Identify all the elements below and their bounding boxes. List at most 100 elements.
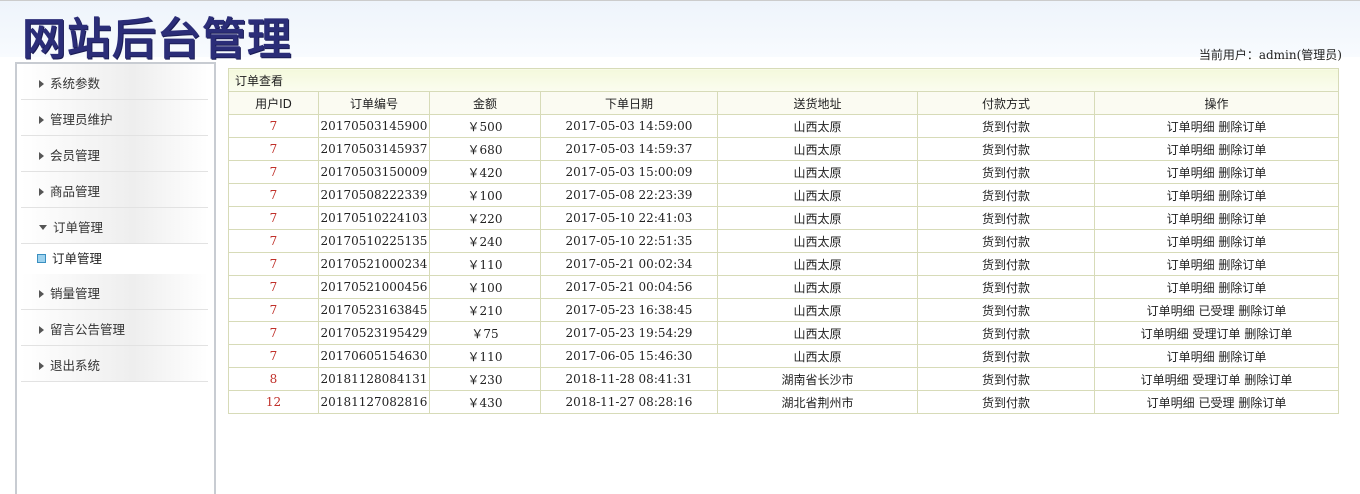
- order-number: 20170508222339: [318, 183, 430, 207]
- action-link[interactable]: 删除订单: [1218, 212, 1266, 226]
- order-date: 2017-05-08 22:23:39: [540, 183, 718, 207]
- order-number: 20170521000456: [318, 275, 430, 299]
- amount: ￥110: [429, 252, 541, 276]
- sidebar-item-label: 管理员维护: [50, 112, 113, 127]
- address: 湖南省长沙市: [717, 367, 918, 391]
- orders-table: 订单查看 用户ID 订单编号 金额 下单日期 送货地址 付款方式 操作 7 201705031…: [228, 68, 1339, 414]
- sidebar-item-3[interactable]: 商品管理: [21, 172, 208, 208]
- amount: ￥100: [429, 275, 541, 299]
- user-id: 7: [228, 160, 319, 184]
- payment-method: 货到付款: [917, 229, 1095, 253]
- action-link[interactable]: 删除订单: [1238, 396, 1286, 410]
- user-id: 7: [228, 321, 319, 345]
- order-number: 20170521000234: [318, 252, 430, 276]
- sidebar-item-7[interactable]: 退出系统: [21, 346, 208, 382]
- sidebar-item-label: 留言公告管理: [50, 322, 126, 337]
- actions-cell: 订单明细 删除订单: [1094, 160, 1339, 184]
- amount: ￥110: [429, 344, 541, 368]
- action-link[interactable]: 订单明细: [1147, 396, 1195, 410]
- sidebar-subitem-order-management[interactable]: 订单管理: [17, 244, 214, 274]
- table-row: 7 20170503150009 ￥420 2017-05-03 15:00:09 山西…: [228, 160, 1339, 184]
- amount: ￥210: [429, 298, 541, 322]
- caret-right-icon: [39, 362, 44, 370]
- action-link[interactable]: 订单明细: [1167, 166, 1215, 180]
- address: 山西太原: [717, 298, 918, 322]
- column-header: 下单日期: [540, 91, 718, 115]
- table-row: 7 20170521000456 ￥100 2017-05-21 00:04:56 山西…: [228, 275, 1339, 299]
- amount: ￥430: [429, 390, 541, 414]
- action-link[interactable]: 订单明细: [1167, 258, 1215, 272]
- order-number: 20170523195429: [318, 321, 430, 345]
- action-link[interactable]: 删除订单: [1218, 143, 1266, 157]
- actions-cell: 订单明细 已受理 删除订单: [1094, 390, 1339, 414]
- column-header: 操作: [1094, 91, 1339, 115]
- action-link[interactable]: 订单明细: [1167, 189, 1215, 203]
- action-link[interactable]: 删除订单: [1244, 327, 1292, 341]
- address: 山西太原: [717, 321, 918, 345]
- action-link[interactable]: 受理订单: [1192, 327, 1240, 341]
- payment-method: 货到付款: [917, 344, 1095, 368]
- order-date: 2017-05-03 15:00:09: [540, 160, 718, 184]
- actions-cell: 订单明细 删除订单: [1094, 114, 1339, 138]
- order-number: 20170503145900: [318, 114, 430, 138]
- payment-method: 货到付款: [917, 160, 1095, 184]
- address: 山西太原: [717, 344, 918, 368]
- action-link[interactable]: 订单明细: [1167, 281, 1215, 295]
- order-date: 2018-11-27 08:28:16: [540, 390, 718, 414]
- column-header: 付款方式: [917, 91, 1095, 115]
- action-link[interactable]: 订单明细: [1167, 120, 1215, 134]
- payment-method: 货到付款: [917, 114, 1095, 138]
- user-id: 7: [228, 114, 319, 138]
- amount: ￥680: [429, 137, 541, 161]
- amount: ￥230: [429, 367, 541, 391]
- amount: ￥500: [429, 114, 541, 138]
- action-link[interactable]: 删除订单: [1244, 373, 1292, 387]
- sidebar-item-6[interactable]: 留言公告管理: [21, 310, 208, 346]
- action-link[interactable]: 删除订单: [1218, 235, 1266, 249]
- action-link[interactable]: 订单明细: [1167, 350, 1215, 364]
- action-link[interactable]: 订单明细: [1147, 304, 1195, 318]
- action-link[interactable]: 删除订单: [1238, 304, 1286, 318]
- caret-right-icon: [39, 152, 44, 160]
- action-link[interactable]: 受理订单: [1192, 373, 1240, 387]
- action-link[interactable]: 删除订单: [1218, 120, 1266, 134]
- action-link[interactable]: 删除订单: [1218, 166, 1266, 180]
- order-number: 20170605154630: [318, 344, 430, 368]
- sidebar-item-label: 系统参数: [50, 76, 101, 91]
- action-link[interactable]: 订单明细: [1167, 212, 1215, 226]
- action-link[interactable]: 删除订单: [1218, 350, 1266, 364]
- address: 山西太原: [717, 160, 918, 184]
- user-id: 12: [228, 390, 319, 414]
- action-link[interactable]: 删除订单: [1218, 189, 1266, 203]
- caret-right-icon: [39, 80, 44, 88]
- sidebar-item-label: 会员管理: [50, 148, 101, 163]
- order-number: 20170510225135: [318, 229, 430, 253]
- sidebar-item-2[interactable]: 会员管理: [21, 136, 208, 172]
- table-row: 7 20170503145900 ￥500 2017-05-03 14:59:00 山西…: [228, 114, 1339, 138]
- payment-method: 货到付款: [917, 137, 1095, 161]
- action-link[interactable]: 已受理: [1198, 396, 1234, 410]
- action-link[interactable]: 订单明细: [1141, 373, 1189, 387]
- action-link[interactable]: 订单明细: [1167, 235, 1215, 249]
- sidebar-item-5[interactable]: 销量管理: [21, 274, 208, 310]
- action-link[interactable]: 订单明细: [1141, 327, 1189, 341]
- sidebar-item-1[interactable]: 管理员维护: [21, 100, 208, 136]
- action-link[interactable]: 订单明细: [1167, 143, 1215, 157]
- action-link[interactable]: 已受理: [1198, 304, 1234, 318]
- order-date: 2017-05-21 00:02:34: [540, 252, 718, 276]
- subitem-label: 订单管理: [52, 251, 103, 266]
- table-row: 7 20170605154630 ￥110 2017-06-05 15:46:30 山西…: [228, 344, 1339, 368]
- column-header: 订单编号: [318, 91, 430, 115]
- user-id: 7: [228, 183, 319, 207]
- sidebar-item-4[interactable]: 订单管理: [21, 208, 208, 244]
- order-number: 20170523163845: [318, 298, 430, 322]
- actions-cell: 订单明细 删除订单: [1094, 344, 1339, 368]
- action-link[interactable]: 删除订单: [1218, 258, 1266, 272]
- sidebar-item-0[interactable]: 系统参数: [21, 64, 208, 100]
- address: 山西太原: [717, 114, 918, 138]
- order-date: 2017-05-23 19:54:29: [540, 321, 718, 345]
- address: 山西太原: [717, 137, 918, 161]
- action-link[interactable]: 删除订单: [1218, 281, 1266, 295]
- column-header: 送货地址: [717, 91, 918, 115]
- actions-cell: 订单明细 删除订单: [1094, 137, 1339, 161]
